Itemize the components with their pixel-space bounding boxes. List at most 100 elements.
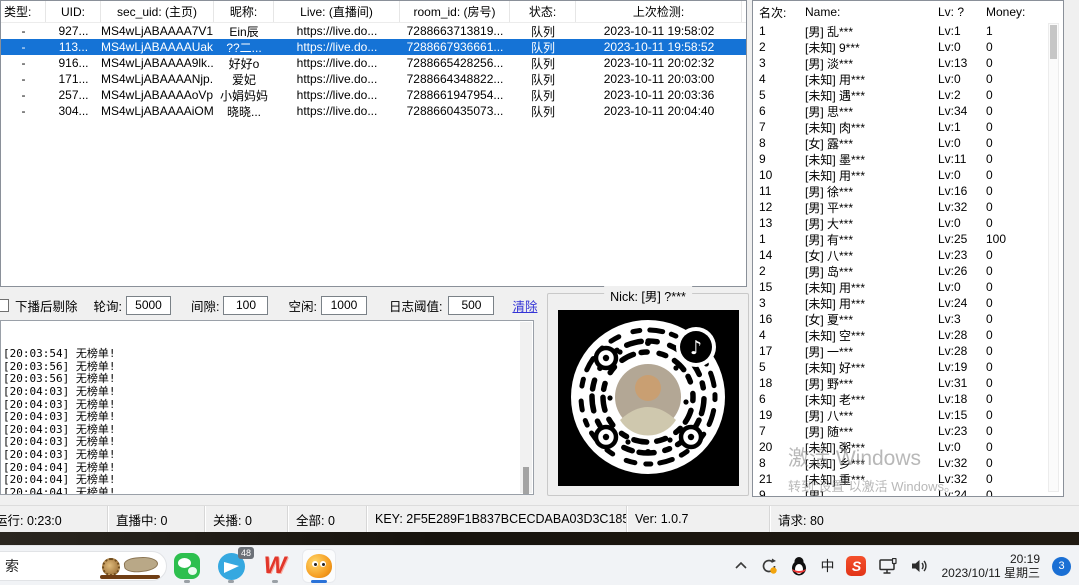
ranking-column-header[interactable]: Name: (805, 5, 938, 19)
cell-level: Lv:26 (938, 264, 986, 278)
cell-type: - (1, 88, 46, 102)
ranking-row[interactable]: 13[男] 大***Lv:00 (753, 215, 1063, 231)
column-header[interactable]: sec_uid: (主页) (101, 1, 214, 22)
taskbar-wps-button[interactable]: W (258, 549, 292, 583)
cell-live: https://live.do... (274, 72, 400, 86)
ranking-row[interactable]: 15[未知] 用***Lv:00 (753, 279, 1063, 295)
ranking-row[interactable]: 16[女] 夏***Lv:30 (753, 311, 1063, 327)
search-text: 索 (5, 556, 19, 576)
qq-icon[interactable] (790, 556, 808, 576)
log-threshold-input[interactable] (448, 296, 494, 315)
ranking-row[interactable]: 3[未知] 用***Lv:240 (753, 295, 1063, 311)
table-row[interactable]: -927...MS4wLjABAAAA7V1...Ein辰https://liv… (1, 23, 746, 39)
cell-rank: 1 (759, 232, 805, 246)
bing-highlight-image[interactable] (100, 554, 162, 580)
network-display-icon[interactable] (878, 558, 898, 575)
idle-input[interactable] (321, 296, 367, 315)
table-row[interactable]: -916...MS4wLjABAAAA9lk...好好ohttps://live… (1, 55, 746, 71)
cell-name: [未知] 肉*** (805, 119, 938, 136)
ranking-row[interactable]: 4[未知] 空***Lv:280 (753, 327, 1063, 343)
column-header[interactable]: 类型: (1, 1, 46, 22)
cell-nick: 晓晓... (214, 103, 274, 120)
ranking-row[interactable]: 6[未知] 老***Lv:180 (753, 391, 1063, 407)
cell-rank: 14 (759, 248, 805, 262)
clear-log-link[interactable]: 清除 (512, 296, 537, 315)
ranking-row[interactable]: 1[男] 乱***Lv:11 (753, 23, 1063, 39)
log-threshold-label: 日志阈值: (389, 296, 442, 315)
ranking-row[interactable]: 7[男] 随***Lv:230 (753, 423, 1063, 439)
log-output[interactable]: [20:03:54] 无榜单![20:03:56] 无榜单![20:03:56]… (0, 320, 534, 495)
ranking-row[interactable]: 18[男] 野***Lv:310 (753, 375, 1063, 391)
cell-level: Lv:3 (938, 312, 986, 326)
column-header[interactable]: 昵称: (214, 1, 274, 22)
taskbar-wechat-button[interactable] (170, 549, 204, 583)
sogou-input-icon[interactable]: S (846, 556, 866, 576)
ranking-row[interactable]: 19[男] 八***Lv:150 (753, 407, 1063, 423)
system-tray: 中 S 20:19 2023/10/11 星期三 (734, 546, 1079, 585)
cell-last_check: 2023-10-11 20:02:32 (576, 56, 742, 70)
ranking-row[interactable]: 9[未知] 墨***Lv:110 (753, 151, 1063, 167)
cell-level: Lv:0 (938, 280, 986, 294)
ranking-column-header[interactable]: Money: (986, 5, 1038, 19)
column-header[interactable]: 状态: (510, 1, 576, 22)
taskbar-telegram-button[interactable]: 48 (214, 549, 248, 583)
column-header[interactable]: 上次检测: (576, 1, 742, 22)
ranking-scrollbar-thumb[interactable] (1050, 25, 1057, 59)
ranking-row[interactable]: 2[男] 岛***Lv:260 (753, 263, 1063, 279)
status-item: KEY: 2F5E289F1B837BCECDABA03D3C185CF4 (367, 506, 627, 532)
taskbar-active-app-button[interactable] (302, 549, 336, 583)
active-app-icon (306, 554, 332, 578)
ranking-row[interactable]: 10[未知] 用***Lv:00 (753, 167, 1063, 183)
ranking-row[interactable]: 2[未知] 9***Lv:00 (753, 39, 1063, 55)
ranking-header: 名次:Name:Lv: ?Money: (753, 1, 1063, 23)
ranking-column-header[interactable]: Lv: ? (938, 5, 986, 19)
cell-level: Lv:24 (938, 488, 986, 497)
ranking-row[interactable]: 8[未知] 乡***Lv:320 (753, 455, 1063, 471)
column-header[interactable]: Live: (直播间) (274, 1, 400, 22)
table-row[interactable]: -257...MS4wLjABAAAAoVp...小娟妈妈https://liv… (1, 87, 746, 103)
ranking-row[interactable]: 11[男] 徐***Lv:160 (753, 183, 1063, 199)
ranking-row[interactable]: 14[女] 八***Lv:230 (753, 247, 1063, 263)
column-header[interactable]: UID: (46, 1, 101, 22)
cell-nick: 好好o (214, 55, 274, 72)
ranking-row[interactable]: 5[未知] 遇***Lv:20 (753, 87, 1063, 103)
column-header[interactable]: room_id: (房号) (400, 1, 510, 22)
ranking-row[interactable]: 6[男] 思***Lv:340 (753, 103, 1063, 119)
ranking-row[interactable]: 12[男] 平***Lv:320 (753, 199, 1063, 215)
ranking-row[interactable]: 1[男] 有***Lv:25100 (753, 231, 1063, 247)
ranking-row[interactable]: 3[男] 淡***Lv:130 (753, 55, 1063, 71)
volume-icon[interactable] (910, 558, 929, 574)
poll-input[interactable] (126, 296, 171, 315)
ranking-row[interactable]: 9[男] ...Lv:240 (753, 487, 1063, 497)
cell-money: 0 (986, 472, 1038, 486)
ime-language-indicator[interactable]: 中 (820, 556, 834, 576)
ranking-row[interactable]: 20[未知] 粥***Lv:00 (753, 439, 1063, 455)
ranking-row[interactable]: 21[未知] 重***Lv:320 (753, 471, 1063, 487)
log-scrollbar-thumb[interactable] (523, 467, 529, 495)
cell-level: Lv:0 (938, 40, 986, 54)
notification-count-badge[interactable]: 3 (1052, 557, 1071, 576)
table-row[interactable]: -171...MS4wLjABAAAANjp...爱妃https://live.… (1, 71, 746, 87)
ranking-column-header[interactable]: 名次: (759, 4, 805, 21)
cell-uid: 171... (46, 72, 101, 86)
ranking-row[interactable]: 17[男] 一***Lv:280 (753, 343, 1063, 359)
table-row[interactable]: -113...MS4wLjABAAAAUak...??二...https://l… (1, 39, 746, 55)
cell-name: [未知] 好*** (805, 359, 938, 376)
app-window: 类型:UID:sec_uid: (主页)昵称:Live: (直播间)room_i… (0, 0, 1079, 532)
taskbar-clock[interactable]: 20:19 2023/10/11 星期三 (941, 552, 1040, 580)
status-text: 直播中: 0 (116, 510, 167, 529)
ranking-row[interactable]: 7[未知] 肉***Lv:10 (753, 119, 1063, 135)
ranking-row[interactable]: 8[女] 露***Lv:00 (753, 135, 1063, 151)
remove-after-offline-checkbox[interactable] (0, 299, 9, 312)
status-item: 全部: 0 (288, 506, 367, 532)
search-input[interactable]: 索 (0, 551, 167, 581)
log-scrollbar[interactable] (520, 322, 532, 493)
gap-input[interactable] (223, 296, 268, 315)
ranking-row[interactable]: 5[未知] 好***Lv:190 (753, 359, 1063, 375)
table-row[interactable]: -304...MS4wLjABAAAAiOM...晓晓...https://li… (1, 103, 746, 119)
ranking-scrollbar[interactable] (1048, 23, 1059, 492)
sync-icon[interactable] (760, 557, 778, 575)
ranking-row[interactable]: 4[未知] 用***Lv:00 (753, 71, 1063, 87)
cell-level: Lv:24 (938, 296, 986, 310)
tray-overflow-chevron-icon[interactable] (734, 561, 748, 571)
